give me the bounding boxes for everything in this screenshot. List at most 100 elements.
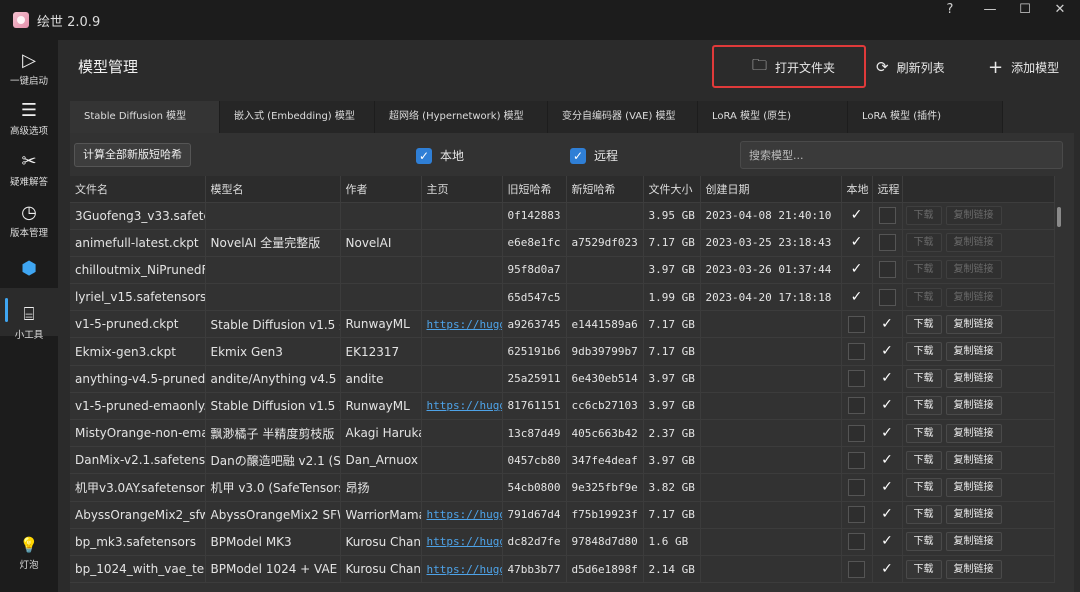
table-row[interactable]: bp_1024_with_vae_te.ckptBPModel 1024 + V… <box>70 555 1055 584</box>
table-row[interactable]: v1-5-pruned.ckptStable Diffusion v1.5 完整… <box>70 310 1055 339</box>
download-button[interactable]: 下载 <box>905 369 942 389</box>
cell-homepage[interactable]: https://huggingface.co <box>421 310 503 339</box>
sidebar-item-launch[interactable]: ▷ 一键启动 <box>0 50 58 87</box>
cell-homepage[interactable]: https://huggingface.co <box>421 392 503 421</box>
download-button[interactable]: 下载 <box>905 559 942 579</box>
local-checkbox[interactable] <box>848 315 865 333</box>
download-button[interactable]: 下载 <box>905 477 942 497</box>
copy-link-button[interactable]: 复制链接 <box>945 450 1002 470</box>
remote-checkbox[interactable]: ✓ <box>879 533 896 550</box>
help-button[interactable]: ? <box>930 0 970 22</box>
table-row[interactable]: anything-v4.5-pruned.safetensorsandite/A… <box>70 365 1055 393</box>
column-header[interactable]: 远程 <box>872 176 903 203</box>
local-checkbox[interactable]: ✓ <box>848 234 865 251</box>
download-button[interactable]: 下载 <box>905 396 942 416</box>
table-row[interactable]: MistyOrange-non-ema 飘渺橘子 半精度剪枝版 Akagi Haru… <box>70 419 1055 448</box>
local-filter-checkbox[interactable]: ✓ 本地 <box>416 147 464 164</box>
copy-link-button[interactable]: 复制链接 <box>945 532 1002 552</box>
tab-lora-native[interactable]: LoRA 模型 (原生) <box>698 101 848 133</box>
tab-stable-diffusion[interactable]: Stable Diffusion 模型 <box>70 101 220 133</box>
download-button[interactable]: 下载 <box>905 423 942 443</box>
remote-filter-checkbox[interactable]: ✓ 远程 <box>570 147 618 164</box>
table-row[interactable]: 3Guofeng3_v33.safetensors 0f142883 3.95 GB… <box>70 202 1055 230</box>
copy-link-button[interactable]: 复制链接 <box>945 505 1002 525</box>
download-button[interactable]: 下载 <box>905 314 942 334</box>
column-header[interactable]: 旧短哈希 <box>502 176 567 203</box>
open-folder-button[interactable]: 🗀 打开文件夹 <box>752 54 835 80</box>
tab-vae[interactable]: 变分自编码器 (VAE) 模型 <box>548 101 698 133</box>
vertical-scrollbar[interactable] <box>1057 207 1061 227</box>
remote-checkbox[interactable]: ✓ <box>879 316 896 333</box>
remote-checkbox[interactable]: ✓ <box>879 397 896 414</box>
download-button[interactable]: 下载 <box>905 450 942 470</box>
remote-checkbox[interactable]: ✓ <box>879 506 896 523</box>
copy-link-button[interactable]: 复制链接 <box>945 477 1002 497</box>
column-header[interactable]: 文件大小 <box>643 176 701 203</box>
table-row[interactable]: v1-5-pruned-emaonly.ckptStable Diffusion… <box>70 392 1055 421</box>
sidebar-item-versions[interactable]: ◷ 版本管理 <box>0 202 58 239</box>
remote-checkbox[interactable]: ✓ <box>879 343 896 360</box>
copy-link-button[interactable]: 复制链接 <box>945 314 1002 334</box>
remote-checkbox[interactable]: ✓ <box>879 425 896 442</box>
table-row[interactable]: 机甲v3.0AY.safetensors 机甲 v3.0 (SafeTensors… <box>70 473 1055 502</box>
copy-link-button[interactable]: 复制链接 <box>945 559 1002 579</box>
copy-link-button[interactable]: 复制链接 <box>945 369 1002 389</box>
minimize-button[interactable]: — <box>970 0 1010 22</box>
maximize-button[interactable]: ☐ <box>1005 0 1045 22</box>
table-row[interactable]: DanMix-v2.1.safetensorsDanの醸造吧融 v2.1 (Sa… <box>70 446 1055 475</box>
remote-checkbox[interactable] <box>878 288 896 306</box>
local-checkbox[interactable] <box>848 343 865 361</box>
local-checkbox[interactable] <box>848 560 865 578</box>
search-input[interactable] <box>740 141 1063 169</box>
sidebar-item-troubleshoot[interactable]: ✂ 疑难解答 <box>0 151 58 188</box>
sidebar-item-tools[interactable]: ⌸ 小工具 <box>0 304 58 341</box>
column-header[interactable]: 本地 <box>841 176 873 203</box>
remote-checkbox[interactable] <box>878 234 896 252</box>
copy-link-button[interactable]: 复制链接 <box>945 396 1002 416</box>
column-header[interactable]: 作者 <box>340 176 422 203</box>
copy-link-button[interactable]: 复制链接 <box>945 423 1002 443</box>
cell-homepage[interactable]: https://huggingface.co <box>421 528 503 556</box>
local-checkbox[interactable] <box>848 533 865 551</box>
remote-checkbox[interactable]: ✓ <box>879 561 896 578</box>
tab-lora-plugin[interactable]: LoRA 模型 (插件) <box>848 101 1003 133</box>
local-checkbox[interactable] <box>848 451 865 469</box>
remote-checkbox[interactable]: ✓ <box>879 479 896 496</box>
tab-embedding[interactable]: 嵌入式 (Embedding) 模型 <box>220 101 375 133</box>
table-row[interactable]: AbyssOrangeMix2_sfw.safetensorsAbyssOran… <box>70 501 1055 529</box>
local-checkbox[interactable]: ✓ <box>848 261 865 278</box>
download-button[interactable]: 下载 <box>905 532 942 552</box>
local-checkbox[interactable] <box>848 478 865 496</box>
column-header[interactable]: 创建日期 <box>700 176 842 203</box>
table-row[interactable]: animefull-latest.ckpt NovelAI 全量完整版 NovelA… <box>70 229 1055 257</box>
copy-link-button[interactable]: 复制链接 <box>945 342 1002 362</box>
table-row[interactable]: chilloutmix_NiPrunedFp32Fix 95f8d0a7 3.97 … <box>70 256 1055 285</box>
remote-checkbox[interactable]: ✓ <box>879 452 896 469</box>
download-button[interactable]: 下载 <box>905 342 942 362</box>
recalc-hash-button[interactable]: 计算全部新版短哈希 <box>74 143 191 167</box>
add-model-button[interactable]: + 添加模型 <box>988 54 1059 80</box>
sidebar-item-models[interactable]: ⬢ <box>0 258 58 280</box>
column-header[interactable]: 新短哈希 <box>566 176 644 203</box>
cell-homepage[interactable]: https://huggingface.co <box>421 555 503 584</box>
refresh-button[interactable]: ⟳ 刷新列表 <box>876 54 945 80</box>
cell-homepage[interactable]: https://huggingface.co <box>421 501 503 529</box>
table-row[interactable]: bp_mk3.safetensors BPModel MK3 Kurosu Chan… <box>70 528 1055 556</box>
sidebar-item-advanced[interactable]: ☰ 高级选项 <box>0 100 58 137</box>
local-checkbox[interactable] <box>848 397 865 415</box>
sidebar-item-lightbulb[interactable]: 💡 灯泡 <box>0 534 58 571</box>
local-checkbox[interactable] <box>848 506 865 524</box>
close-button[interactable]: ✕ <box>1040 0 1080 22</box>
column-header[interactable]: 主页 <box>421 176 503 203</box>
local-checkbox[interactable] <box>848 424 865 442</box>
column-header[interactable]: 模型名 <box>205 176 341 203</box>
column-header[interactable]: 文件名 <box>70 176 206 203</box>
table-row[interactable]: lyriel_v15.safetensors 65d547c5 1.99 GB 202… <box>70 283 1055 312</box>
download-button[interactable]: 下载 <box>905 505 942 525</box>
tab-hypernetwork[interactable]: 超网络 (Hypernetwork) 模型 <box>375 101 548 133</box>
local-checkbox[interactable]: ✓ <box>848 289 865 306</box>
remote-checkbox[interactable]: ✓ <box>879 370 896 387</box>
table-row[interactable]: Ekmix-gen3.ckpt Ekmix Gen3 EK12317 625191b6… <box>70 337 1055 366</box>
remote-checkbox[interactable] <box>878 261 896 279</box>
remote-checkbox[interactable] <box>878 207 896 225</box>
